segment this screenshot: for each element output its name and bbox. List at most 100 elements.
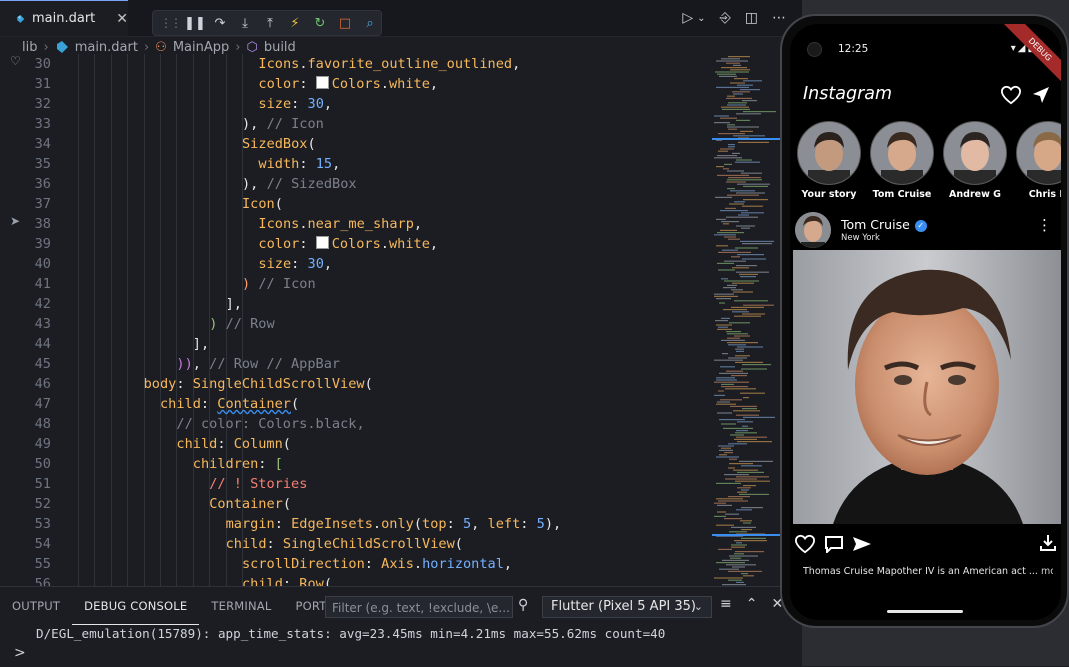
device-icon[interactable]: ⎆ bbox=[720, 10, 731, 26]
status-time: 12:25 bbox=[838, 43, 869, 55]
chevron-down-icon[interactable]: ⌄ bbox=[697, 13, 705, 24]
breadcrumb-class[interactable]: MainApp bbox=[173, 40, 229, 55]
breadcrumb-lib[interactable]: lib bbox=[22, 40, 37, 55]
code-text: size: 30, bbox=[258, 96, 333, 112]
step-out-icon[interactable]: ⤒ bbox=[259, 12, 281, 34]
like-icon[interactable] bbox=[794, 534, 816, 554]
line-number: 52 bbox=[34, 496, 51, 512]
minimap-line bbox=[731, 256, 740, 258]
code-line[interactable]: 39 color: Colors.white, bbox=[0, 234, 712, 254]
clear-console-icon[interactable]: ≡ bbox=[720, 596, 732, 612]
code-line[interactable]: 31 color: Colors.white, bbox=[0, 74, 712, 94]
code-line[interactable]: 50 children: [ bbox=[0, 454, 712, 474]
tab-main-dart[interactable]: main.dart ✕ bbox=[0, 0, 128, 36]
minimap-line bbox=[717, 511, 726, 513]
code-line[interactable]: 56 child: Row( bbox=[0, 574, 712, 586]
code-line[interactable]: 48 // color: Colors.black, bbox=[0, 414, 712, 434]
minimap-line bbox=[728, 102, 747, 104]
code-line[interactable]: 37 Icon( bbox=[0, 194, 712, 214]
code-line[interactable]: 33), // Icon bbox=[0, 114, 712, 134]
story-item[interactable]: Chris H bbox=[1013, 121, 1061, 200]
code-line[interactable]: 41) // Icon bbox=[0, 274, 712, 294]
minimap-line bbox=[724, 260, 746, 262]
dart-icon bbox=[17, 14, 25, 23]
camera-icon bbox=[807, 42, 822, 57]
code-line[interactable]: 45)), // Row // AppBar bbox=[0, 354, 712, 374]
code-line[interactable]: 52 Container( bbox=[0, 494, 712, 514]
code-line[interactable]: 51 // ! Stories bbox=[0, 474, 712, 494]
line-number: 36 bbox=[34, 176, 51, 192]
code-line[interactable]: 34 SizedBox( bbox=[0, 134, 712, 154]
story-name: Chris H bbox=[1028, 189, 1061, 200]
story-item[interactable]: Andrew G bbox=[940, 121, 1010, 200]
hot-reload-icon[interactable]: ⚡ bbox=[284, 12, 306, 34]
search-icon[interactable]: ⚲ bbox=[518, 597, 528, 613]
panel-tab-output[interactable]: OUTPUT bbox=[0, 587, 72, 625]
post-avatar[interactable] bbox=[795, 212, 831, 248]
minimap-line bbox=[716, 498, 743, 500]
close-tab-icon[interactable]: ✕ bbox=[116, 11, 128, 27]
post-username[interactable]: Tom Cruise ✓ bbox=[841, 217, 927, 232]
panel-tab-terminal[interactable]: TERMINAL bbox=[199, 587, 283, 625]
step-into-icon[interactable]: ⤓ bbox=[234, 12, 256, 34]
phone-screen[interactable]: 12:25 ▾◢▮ DEBUG Instagram Your story Tom … bbox=[790, 24, 1061, 620]
minimap-line bbox=[726, 97, 752, 99]
code-area[interactable]: 30 Icons.favorite_outline_outlined, 31 colo… bbox=[0, 54, 712, 586]
minimap-line bbox=[716, 298, 731, 300]
code-line[interactable]: 46 body: SingleChildScrollView( bbox=[0, 374, 712, 394]
story-item[interactable]: Tom Cruise bbox=[867, 121, 937, 200]
console-prompt[interactable]: > bbox=[14, 645, 26, 661]
stop-icon[interactable]: □ bbox=[334, 12, 356, 34]
code-line[interactable]: 40 size: 30, bbox=[0, 254, 712, 274]
code-line[interactable]: 30 Icons.favorite_outline_outlined, bbox=[0, 54, 712, 74]
comment-icon[interactable] bbox=[824, 535, 844, 553]
minimap-line bbox=[743, 80, 762, 82]
code-text: ), // Icon bbox=[242, 116, 324, 132]
maximize-panel-icon[interactable]: ⌃ bbox=[746, 596, 758, 612]
code-line[interactable]: 54 child: SingleChildScrollView( bbox=[0, 534, 712, 554]
send-icon[interactable] bbox=[1031, 85, 1051, 105]
code-line[interactable]: 42], bbox=[0, 294, 712, 314]
run-icon[interactable]: ▷ bbox=[682, 10, 693, 26]
home-indicator[interactable] bbox=[887, 610, 963, 613]
code-line[interactable]: 44], bbox=[0, 334, 712, 354]
code-line[interactable]: 43) // Row bbox=[0, 314, 712, 334]
share-icon[interactable] bbox=[852, 535, 872, 553]
breadcrumb-method[interactable]: build bbox=[264, 40, 296, 55]
minimap-line bbox=[735, 551, 764, 553]
download-icon[interactable] bbox=[1039, 534, 1057, 552]
minimap-line bbox=[729, 322, 750, 324]
story-item[interactable]: Your story bbox=[794, 121, 864, 200]
heart-icon[interactable] bbox=[1000, 85, 1022, 105]
code-line[interactable]: 49 child: Column( bbox=[0, 434, 712, 454]
minimap-line bbox=[736, 476, 769, 478]
chevron-down-icon: ⌄ bbox=[693, 600, 703, 613]
drag-handle-icon[interactable]: ⋮⋮ bbox=[159, 12, 182, 34]
split-editor-icon[interactable]: ◫ bbox=[745, 10, 758, 26]
code-line[interactable]: 35 width: 15, bbox=[0, 154, 712, 174]
breadcrumb-file[interactable]: main.dart bbox=[75, 40, 138, 55]
panel-tab-debug-console[interactable]: DEBUG CONSOLE bbox=[72, 587, 200, 625]
more-vert-icon[interactable]: ⋮ bbox=[1037, 216, 1052, 234]
filter-input[interactable]: Filter (e.g. text, !exclude, \e... bbox=[325, 596, 513, 618]
pause-icon[interactable]: ❚❚ bbox=[184, 12, 206, 34]
code-line[interactable]: 47 child: Container( bbox=[0, 394, 712, 414]
restart-icon[interactable]: ↻ bbox=[309, 12, 331, 34]
device-select[interactable]: Flutter (Pixel 5 API 35) ⌄ bbox=[542, 596, 712, 618]
tab-label: main.dart bbox=[31, 11, 96, 26]
code-line[interactable]: 36), // SizedBox bbox=[0, 174, 712, 194]
minimap-line bbox=[725, 478, 757, 480]
code-line[interactable]: 55 scrollDirection: Axis.horizontal, bbox=[0, 554, 712, 574]
line-number: 47 bbox=[34, 396, 51, 412]
caption-more-link[interactable]: more bbox=[1041, 566, 1053, 577]
step-over-icon[interactable]: ↷ bbox=[209, 12, 231, 34]
minimap-line bbox=[727, 284, 737, 286]
minimap-line bbox=[737, 254, 764, 256]
code-line[interactable]: 32 size: 30, bbox=[0, 94, 712, 114]
devtools-icon[interactable]: ⌕ bbox=[359, 12, 381, 34]
code-line[interactable]: 53 margin: EdgeInsets.only(top: 5, left: … bbox=[0, 514, 712, 534]
post-image[interactable] bbox=[793, 250, 1061, 524]
line-number: 34 bbox=[34, 136, 51, 152]
more-actions-icon[interactable]: ⋯ bbox=[772, 10, 786, 26]
code-line[interactable]: 38 Icons.near_me_sharp, bbox=[0, 214, 712, 234]
